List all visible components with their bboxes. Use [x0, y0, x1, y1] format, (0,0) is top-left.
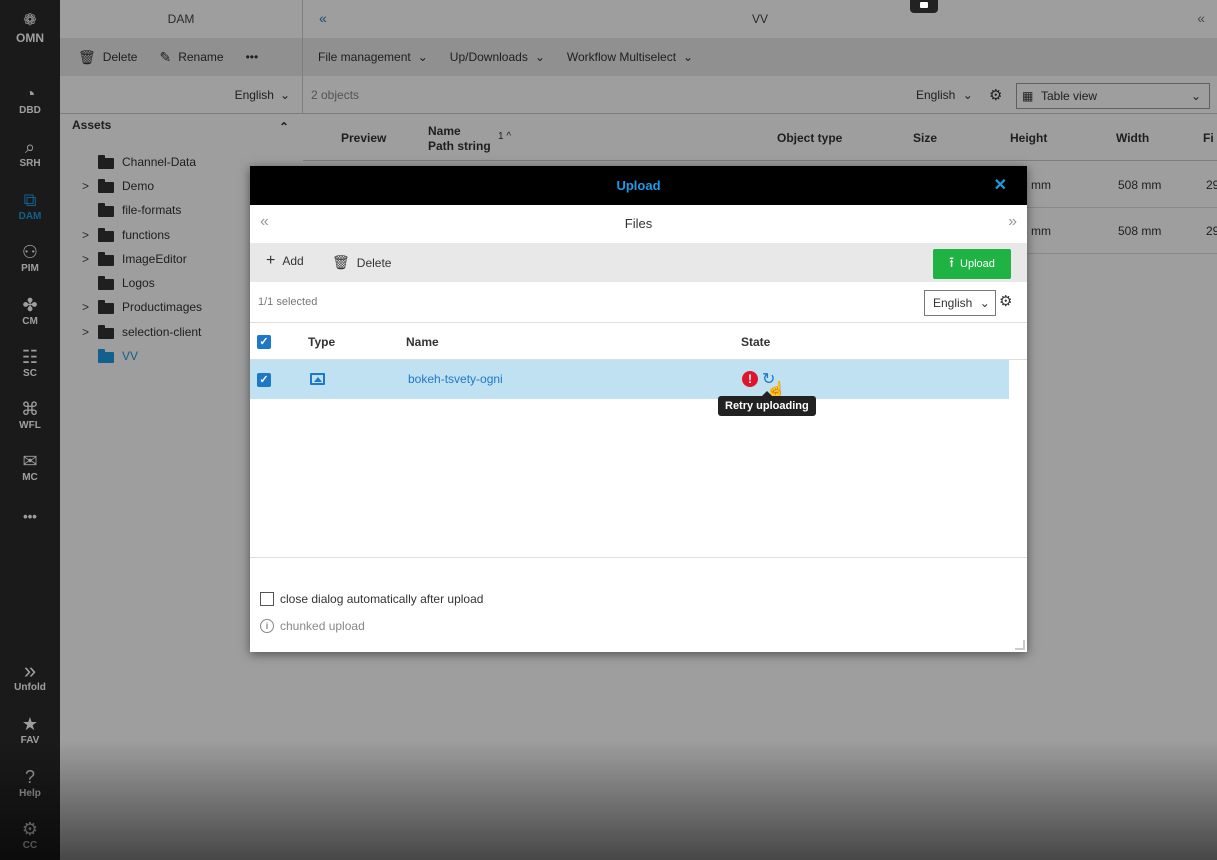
image-icon [310, 373, 325, 385]
add-label: Add [282, 254, 304, 268]
files-nav-right-icon[interactable]: » [1008, 213, 1017, 231]
upload-icon: ⭱ [949, 254, 955, 270]
dialog-header: Upload ✕ [250, 166, 1027, 205]
chevron-down-icon: ⌄ [979, 296, 990, 310]
column-name[interactable]: Name [406, 335, 439, 349]
resize-handle-icon[interactable] [1015, 640, 1025, 650]
language-value: English [933, 296, 973, 310]
selection-count: 1/1 selected [258, 296, 318, 308]
dialog-footer: close dialog automatically after upload … [250, 557, 1027, 652]
auto-close-option[interactable]: close dialog automatically after upload [260, 592, 483, 606]
error-icon: ! [742, 371, 758, 387]
trash-icon: 🗑︎ [332, 254, 350, 270]
upload-label: Upload [960, 258, 995, 270]
settings-gear-icon[interactable]: ⚙ [999, 292, 1012, 310]
upload-dialog: Upload ✕ « Files » + Add 🗑︎ Delete ⭱ Upl… [250, 166, 1027, 652]
info-icon: i [260, 619, 274, 633]
files-bar: « Files » [250, 205, 1027, 243]
files-table-header: ✓ Type Name State [250, 322, 1027, 360]
dialog-toolbar: + Add 🗑︎ Delete [250, 243, 1027, 282]
chunked-label: chunked upload [280, 619, 365, 633]
add-file-button[interactable]: + Add [266, 252, 304, 269]
delete-label: Delete [356, 255, 392, 270]
column-type[interactable]: Type [308, 335, 335, 349]
select-all-checkbox[interactable]: ✓ [257, 335, 271, 349]
dialog-language-select[interactable]: English ⌄ [924, 290, 996, 316]
plus-icon: + [266, 252, 276, 269]
row-checkbox[interactable]: ✓ [257, 373, 271, 387]
upload-button[interactable]: ⭱ Upload [933, 249, 1011, 279]
retry-tooltip: Retry uploading [718, 391, 816, 416]
auto-close-label: close dialog automatically after upload [280, 592, 484, 606]
chunked-upload-info: i chunked upload [260, 619, 365, 633]
column-state[interactable]: State [741, 335, 770, 349]
auto-close-checkbox[interactable] [260, 592, 274, 606]
top-handle-icon [910, 0, 938, 13]
file-name[interactable]: bokeh-tsvety-ogni [408, 372, 503, 386]
delete-file-button[interactable]: 🗑︎ Delete [332, 254, 391, 271]
close-icon[interactable]: ✕ [994, 175, 1007, 195]
file-row[interactable]: ✓ bokeh-tsvety-ogni ! ↻ ☝ [250, 360, 1009, 399]
files-title: Files [624, 216, 653, 231]
dialog-title: Upload [616, 178, 661, 193]
